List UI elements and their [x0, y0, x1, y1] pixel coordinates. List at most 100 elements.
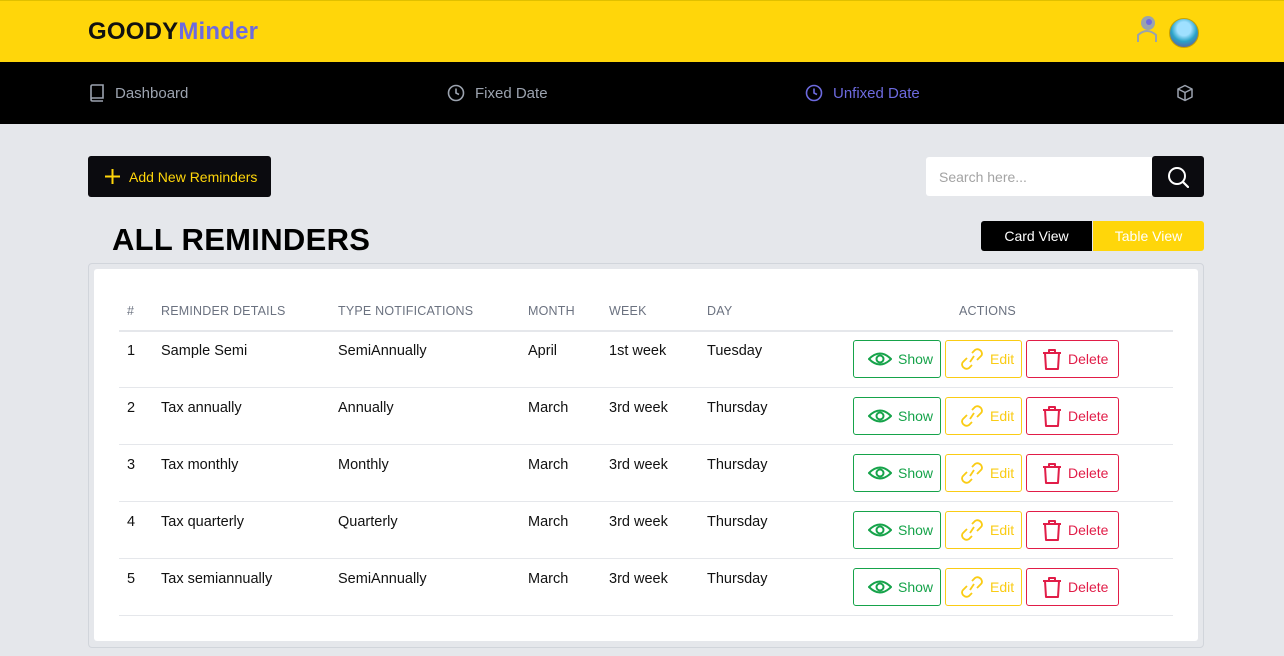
col-header-actions: ACTIONS: [959, 304, 1016, 318]
delete-button-label: Delete: [1068, 522, 1109, 538]
edit-button-label: Edit: [990, 465, 1015, 481]
delete-button-label: Delete: [1068, 465, 1109, 481]
clock-icon: [447, 84, 465, 102]
col-header-type: TYPE NOTIFICATIONS: [338, 304, 474, 318]
col-header-week: WEEK: [609, 304, 647, 318]
row-type: SemiAnnually: [338, 343, 427, 359]
app-logo[interactable]: GOODYMinder: [88, 18, 258, 46]
user-icon[interactable]: [1136, 15, 1158, 43]
card-view-button[interactable]: Card View: [981, 221, 1092, 251]
row-details: Sample Semi: [161, 343, 248, 359]
trash-icon: [1043, 520, 1061, 541]
nav-label-fixed-date: Fixed Date: [475, 84, 548, 102]
delete-button[interactable]: Delete: [1026, 340, 1119, 378]
row-details: Tax quarterly: [161, 514, 245, 530]
col-header-day: DAY: [707, 304, 733, 318]
delete-button[interactable]: Delete: [1026, 511, 1119, 549]
clock-icon: [805, 84, 823, 102]
delete-button[interactable]: Delete: [1026, 397, 1119, 435]
main-nav: Dashboard Fixed Date Unfixed Date: [0, 62, 1284, 124]
edit-button-label: Edit: [990, 351, 1015, 367]
trash-icon: [1043, 349, 1061, 370]
row-day: Thursday: [707, 571, 768, 587]
show-button-label: Show: [898, 579, 934, 595]
edit-button[interactable]: Edit: [945, 340, 1022, 378]
search-icon: [1168, 166, 1189, 188]
delete-button-label: Delete: [1068, 579, 1109, 595]
search-button[interactable]: [1152, 156, 1204, 197]
book-icon: [90, 84, 104, 102]
show-button-label: Show: [898, 351, 934, 367]
table-view-button[interactable]: Table View: [1093, 221, 1204, 251]
show-button-label: Show: [898, 465, 934, 481]
nav-item-dashboard[interactable]: Dashboard: [89, 62, 188, 124]
row-month: March: [528, 457, 569, 473]
search-input[interactable]: [926, 157, 1152, 196]
edit-button[interactable]: Edit: [945, 568, 1022, 606]
add-reminder-label: Add New Reminders: [129, 168, 258, 185]
eye-icon: [868, 523, 892, 537]
col-header-month: MONTH: [528, 304, 575, 318]
row-week: 3rd week: [609, 571, 668, 587]
row-divider: [119, 615, 1173, 616]
row-week: 3rd week: [609, 514, 668, 530]
add-reminder-button[interactable]: Add New Reminders: [88, 156, 271, 197]
row-divider: [119, 558, 1173, 559]
row-index: 2: [127, 400, 136, 416]
edit-button[interactable]: Edit: [945, 397, 1022, 435]
nav-label-dashboard: Dashboard: [115, 84, 189, 102]
edit-button[interactable]: Edit: [945, 454, 1022, 492]
row-day: Tuesday: [707, 343, 763, 359]
nav-item-unfixed-date[interactable]: Unfixed Date: [805, 62, 920, 124]
trash-icon: [1043, 463, 1061, 484]
row-type: Monthly: [338, 457, 389, 473]
eye-icon: [868, 352, 892, 366]
row-details: Tax semiannually: [161, 571, 273, 587]
page-title: ALL REMINDERS: [112, 222, 371, 257]
plus-icon: [105, 169, 120, 184]
delete-button-label: Delete: [1068, 408, 1109, 424]
nav-item-cube[interactable]: [1176, 62, 1194, 124]
row-index: 5: [127, 571, 136, 587]
edit-button-label: Edit: [990, 579, 1015, 595]
row-week: 1st week: [609, 343, 667, 359]
link-icon: [961, 462, 983, 484]
link-icon: [961, 519, 983, 541]
row-details: Tax annually: [161, 400, 242, 416]
row-week: 3rd week: [609, 457, 668, 473]
show-button-label: Show: [898, 522, 934, 538]
eye-icon: [868, 466, 892, 480]
show-button[interactable]: Show: [853, 340, 941, 378]
row-day: Thursday: [707, 400, 768, 416]
row-month: March: [528, 400, 569, 416]
cube-icon: [1177, 84, 1193, 102]
show-button[interactable]: Show: [853, 568, 941, 606]
row-month: April: [528, 343, 558, 359]
avatar[interactable]: [1169, 18, 1199, 48]
row-divider: [119, 501, 1173, 502]
trash-icon: [1043, 577, 1061, 598]
table-header-divider: [119, 330, 1173, 332]
delete-button[interactable]: Delete: [1026, 568, 1119, 606]
edit-button[interactable]: Edit: [945, 511, 1022, 549]
row-type: Annually: [338, 400, 394, 416]
nav-item-fixed-date[interactable]: Fixed Date: [447, 62, 548, 124]
row-month: March: [528, 571, 569, 587]
row-divider: [119, 444, 1173, 445]
logo-part-goody: GOODY: [88, 18, 179, 45]
delete-button[interactable]: Delete: [1026, 454, 1119, 492]
row-index: 4: [127, 514, 136, 530]
row-day: Thursday: [707, 514, 768, 530]
eye-icon: [868, 580, 892, 594]
show-button[interactable]: Show: [853, 397, 941, 435]
link-icon: [961, 576, 983, 598]
nav-label-unfixed-date: Unfixed Date: [833, 84, 920, 102]
row-week: 3rd week: [609, 400, 668, 416]
edit-button-label: Edit: [990, 522, 1015, 538]
show-button[interactable]: Show: [853, 454, 941, 492]
show-button[interactable]: Show: [853, 511, 941, 549]
link-icon: [961, 348, 983, 370]
trash-icon: [1043, 406, 1061, 427]
row-index: 1: [127, 343, 136, 359]
row-month: March: [528, 514, 569, 530]
